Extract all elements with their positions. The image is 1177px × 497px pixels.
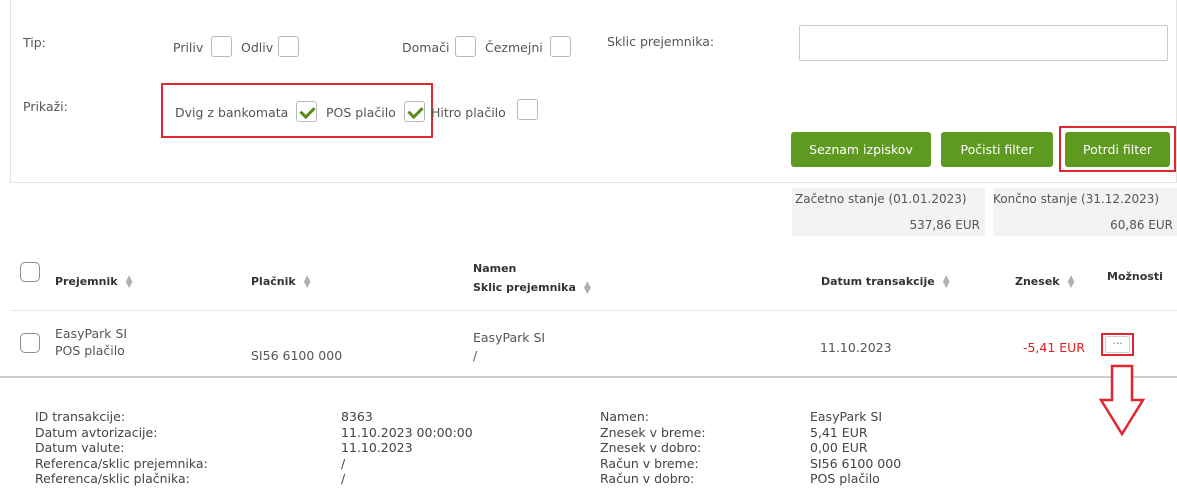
header-divider	[10, 310, 1177, 311]
row-prejemnik: EasyPark SI	[55, 326, 128, 341]
hitro-label: Hitro plačilo	[431, 105, 506, 120]
detail-value: POS plačilo	[810, 471, 880, 487]
header-prejemnik[interactable]: Prejemnik ▲ ▼	[55, 274, 133, 290]
sort-icon: ▲ ▼	[125, 274, 133, 290]
tip-label: Tip:	[23, 35, 46, 50]
detail-label: Znesek v dobro:	[600, 440, 702, 456]
arrow-down-icon	[1098, 364, 1146, 437]
sort-icon: ▲ ▼	[942, 274, 950, 290]
select-all-checkbox[interactable]	[20, 262, 40, 282]
details-left-values: 8363 11.10.2023 00:00:00 11.10.2023 / /	[341, 409, 473, 487]
sort-icon: ▲ ▼	[1067, 274, 1075, 290]
row-datum: 11.10.2023	[820, 340, 892, 355]
hitro-checkbox[interactable]	[517, 99, 538, 120]
cezmejni-checkbox[interactable]	[550, 36, 571, 57]
detail-label: ID transakcije:	[35, 409, 126, 424]
header-prejemnik-label: Prejemnik	[55, 275, 118, 288]
prikazi-label: Prikaži:	[23, 99, 68, 114]
sort-icon: ▲ ▼	[583, 280, 591, 296]
row-znesek: -5,41 EUR	[1022, 340, 1085, 355]
odliv-label: Odliv	[241, 40, 274, 55]
detail-value: /	[341, 455, 346, 471]
pos-label: POS plačilo	[326, 105, 396, 120]
header-placnik[interactable]: Plačnik ▲ ▼	[251, 274, 311, 290]
header-moznosti: Možnosti	[1107, 270, 1163, 283]
header-znesek-label: Znesek	[1015, 275, 1060, 288]
domaci-label: Domači	[402, 40, 450, 55]
potrdi-filter-button[interactable]: Potrdi filter	[1065, 132, 1170, 167]
dvig-label: Dvig z bankomata	[175, 105, 289, 120]
end-balance-label: Končno stanje (31.12.2023)	[993, 192, 1160, 206]
more-options-icon[interactable]: ···	[1105, 336, 1130, 353]
header-sklic[interactable]: Sklic prejemnika ▲ ▼	[473, 280, 591, 296]
detail-value: 11.10.2023	[341, 440, 413, 456]
detail-value: 0,00 EUR	[810, 440, 868, 456]
row-placnik: SI56 6100 000	[251, 348, 343, 363]
detail-label: Namen:	[600, 409, 650, 424]
detail-value: 8363	[341, 409, 373, 424]
header-znesek[interactable]: Znesek ▲ ▼	[1015, 274, 1075, 290]
dvig-checkbox[interactable]	[296, 101, 317, 122]
detail-label: Račun v breme:	[600, 455, 699, 471]
header-sklic-label: Sklic prejemnika	[473, 281, 576, 294]
row-namen: EasyPark SI	[473, 330, 546, 345]
detail-value: 5,41 EUR	[810, 424, 868, 440]
priliv-label: Priliv	[173, 40, 204, 55]
domaci-checkbox[interactable]	[455, 36, 476, 57]
details-right-values: EasyPark SI 5,41 EUR 0,00 EUR SI56 6100 …	[810, 409, 901, 487]
cezmejni-label: Čezmejni	[485, 40, 543, 55]
seznam-izpiskov-button[interactable]: Seznam izpiskov	[791, 132, 931, 167]
header-namen: Namen	[473, 262, 517, 275]
row-divider	[0, 376, 1177, 378]
detail-value: 11.10.2023 00:00:00	[341, 424, 473, 440]
sklic-prejemnika-input[interactable]	[799, 25, 1168, 61]
detail-label: Račun v dobro:	[600, 471, 695, 487]
sklic-prejemnika-label: Sklic prejemnika:	[607, 34, 715, 49]
row-transaction-type: POS plačilo	[55, 343, 125, 358]
header-datum[interactable]: Datum transakcije ▲ ▼	[821, 274, 950, 290]
end-balance-value: 60,86 EUR	[1110, 218, 1173, 232]
detail-value: SI56 6100 000	[810, 455, 902, 471]
sort-icon: ▲ ▼	[303, 274, 311, 290]
priliv-checkbox[interactable]	[211, 36, 232, 57]
start-balance-label: Začetno stanje (01.01.2023)	[795, 192, 967, 206]
detail-label: Datum valute:	[35, 440, 125, 456]
detail-value: /	[341, 471, 346, 487]
pos-checkbox[interactable]	[404, 101, 425, 122]
details-right-labels: Namen: Znesek v breme: Znesek v dobro: R…	[600, 409, 706, 487]
detail-value: EasyPark SI	[810, 409, 883, 424]
row-sklic: /	[473, 348, 478, 363]
detail-label: Referenca/sklic plačnika:	[35, 471, 190, 487]
pocisti-filter-button[interactable]: Počisti filter	[941, 132, 1053, 167]
header-placnik-label: Plačnik	[251, 275, 296, 288]
detail-label: Referenca/sklic prejemnika:	[35, 455, 208, 471]
details-left-labels: ID transakcije: Datum avtorizacije: Datu…	[35, 409, 208, 487]
start-balance-value: 537,86 EUR	[909, 218, 980, 232]
detail-label: Znesek v breme:	[600, 424, 706, 440]
row-checkbox[interactable]	[20, 333, 40, 353]
detail-label: Datum avtorizacije:	[35, 424, 158, 440]
odliv-checkbox[interactable]	[278, 36, 299, 57]
header-datum-label: Datum transakcije	[821, 275, 935, 288]
